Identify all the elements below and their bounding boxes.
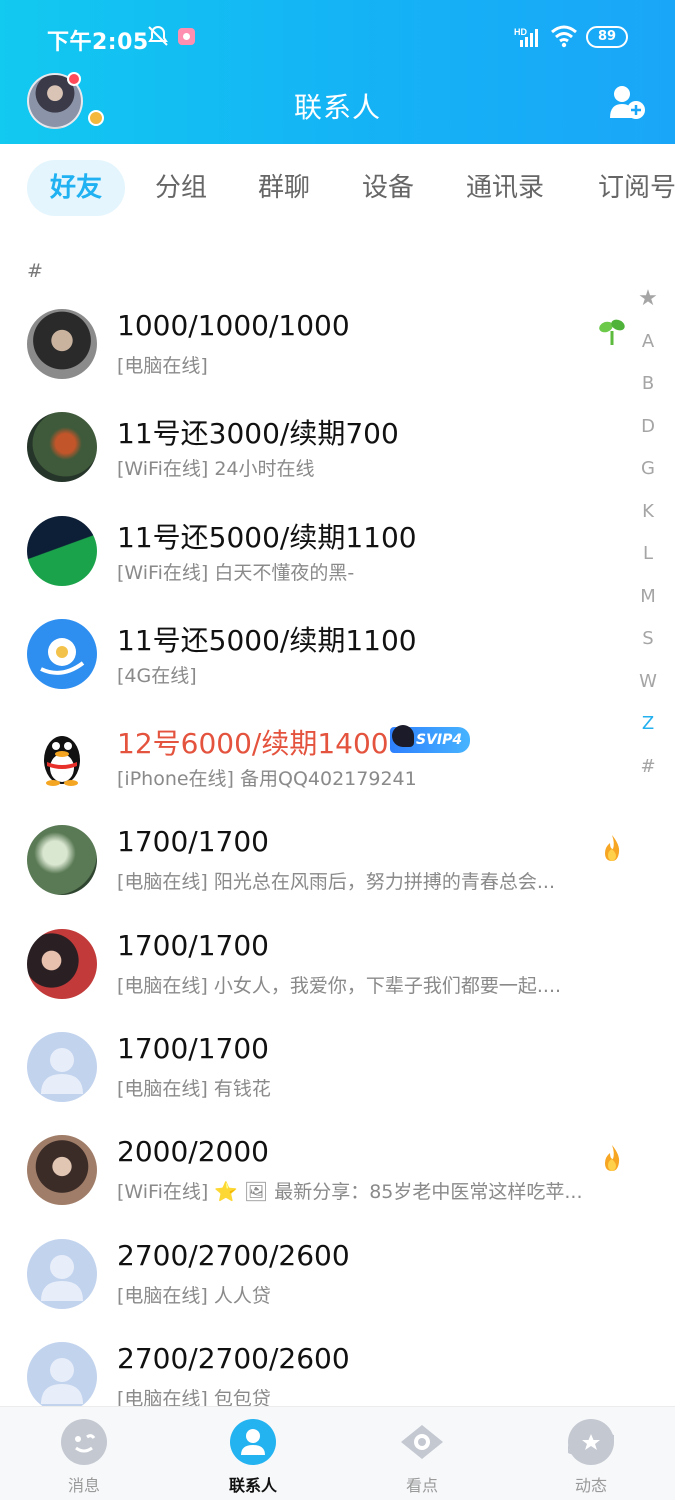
contact-name: 11号还5000/续期1100	[117, 623, 417, 657]
top-header: 下午2:05 HD 89 联系人	[0, 0, 675, 144]
nav-label: 消息	[67, 1476, 100, 1495]
contact-name: 1700/1700	[117, 928, 269, 962]
avatar	[27, 515, 97, 586]
status-time: 下午2:05	[47, 30, 149, 55]
svg-text:HD: HD	[514, 27, 527, 37]
list-item[interactable]: 11号还5000/续期1100 [WiFi在线] 白天不懂夜的黑-	[0, 500, 675, 603]
tab-devices[interactable]: 设备	[362, 160, 414, 216]
contact-name: 12号6000/续期1400	[117, 727, 389, 761]
page-title: 联系人	[293, 91, 381, 124]
avatar	[27, 618, 97, 689]
avatar	[27, 1238, 97, 1309]
section-header: #	[27, 260, 43, 282]
index-letter[interactable]: K	[630, 497, 666, 540]
list-item[interactable]: 1700/1700 [电脑在线] 小女人，我爱你，下辈子我们都要一起....	[0, 913, 675, 1016]
contact-status: [电脑在线] 阳光总在风雨后，努力拼搏的青春总会...	[117, 871, 555, 894]
default-avatar-icon	[41, 1048, 83, 1095]
unread-dot	[67, 72, 81, 86]
wifi-icon	[551, 25, 577, 48]
tab-friends[interactable]: 好友	[27, 160, 126, 216]
index-letter[interactable]: B	[630, 369, 666, 412]
list-item[interactable]: 11号还3000/续期700 [WiFi在线] 24小时在线	[0, 396, 675, 499]
nav-discover[interactable]: 看点	[362, 1419, 482, 1496]
contact-status: [电脑在线] 有钱花	[117, 1078, 271, 1101]
eye-icon	[399, 1419, 445, 1465]
index-letter[interactable]: M	[630, 582, 666, 625]
flame-icon	[605, 835, 620, 862]
avatar	[27, 722, 97, 793]
contact-status: [4G在线]	[117, 664, 197, 687]
contact-name: 1700/1700	[117, 825, 269, 859]
index-letter[interactable]: G	[630, 454, 666, 497]
tab-group-chats[interactable]: 群聊	[258, 160, 310, 216]
bottom-nav: 消息 联系人 看点 动态	[0, 1406, 675, 1500]
avatar	[27, 1135, 97, 1206]
index-letter-active[interactable]: Z	[630, 709, 666, 752]
contact-name: 1700/1700	[117, 1032, 269, 1066]
contacts-icon	[230, 1419, 276, 1465]
alphabet-index[interactable]: ★ A B D G K L M S W Z #	[630, 284, 666, 794]
nav-label: 联系人	[228, 1476, 277, 1495]
contact-name: 11号还5000/续期1100	[117, 520, 417, 554]
avatar	[27, 928, 97, 999]
contact-status: [WiFi在线] 24小时在线	[117, 458, 315, 481]
add-friend-icon[interactable]	[608, 84, 646, 120]
index-letter[interactable]: A	[630, 327, 666, 370]
sprout-icon	[599, 319, 625, 345]
contact-name: 11号还3000/续期700	[117, 417, 399, 451]
index-letter[interactable]: S	[630, 624, 666, 667]
nav-moments[interactable]: 动态	[531, 1419, 651, 1496]
contact-name: 2700/2700/2600	[117, 1238, 350, 1272]
contact-status: [WiFi在线] 白天不懂夜的黑-	[117, 561, 355, 584]
avatar	[27, 412, 97, 483]
notification-off-icon	[148, 25, 168, 46]
contact-name: 1000/1000/1000	[117, 309, 350, 342]
qq-penguin-icon	[44, 736, 80, 787]
index-star[interactable]: ★	[630, 284, 666, 327]
contact-name: 2700/2700/2600	[117, 1341, 350, 1375]
avatar	[27, 1341, 97, 1412]
app-notification-icon	[178, 28, 195, 45]
contact-status: [电脑在线] 小女人，我爱你，下辈子我们都要一起....	[117, 974, 562, 997]
index-letter[interactable]: W	[630, 667, 666, 710]
contact-status: [电脑在线]	[117, 355, 208, 377]
contact-status: [电脑在线] 人人贷	[117, 1284, 271, 1307]
battery-indicator: 89	[586, 26, 628, 48]
list-item[interactable]: 1000/1000/1000 [电脑在线]	[0, 293, 675, 396]
avatar	[27, 1032, 97, 1103]
list-item[interactable]: 2000/2000 [WiFi在线] ⭐ 🖼 最新分享：85岁老中医常这样吃苹.…	[0, 1119, 675, 1222]
contact-status: [WiFi在线] ⭐ 🖼 最新分享：85岁老中医常这样吃苹...	[117, 1181, 583, 1204]
index-hash[interactable]: #	[630, 752, 666, 795]
list-item[interactable]: 11号还5000/续期1100 [4G在线]	[0, 603, 675, 706]
tab-groups[interactable]: 分组	[155, 160, 207, 216]
list-item[interactable]: 1700/1700 [电脑在线] 阳光总在风雨后，努力拼搏的青春总会...	[0, 809, 675, 912]
list-item[interactable]: 2700/2700/2600 [电脑在线] 人人贷	[0, 1223, 675, 1326]
nav-label: 看点	[405, 1476, 438, 1495]
avatar	[27, 825, 97, 896]
contact-status: [iPhone在线] 备用QQ402179241	[117, 768, 417, 791]
money-bag-icon	[40, 637, 85, 675]
tab-subscriptions[interactable]: 订阅号	[598, 160, 675, 216]
message-icon	[61, 1419, 107, 1465]
flame-icon	[605, 1145, 620, 1172]
default-avatar-icon	[41, 1254, 83, 1301]
contact-list: 1000/1000/1000 [电脑在线] 11号还3000/续期700 [Wi…	[0, 293, 675, 1429]
contact-name: 2000/2000	[117, 1135, 269, 1169]
planet-icon	[566, 1419, 616, 1465]
nav-messages[interactable]: 消息	[24, 1419, 144, 1496]
index-letter[interactable]: D	[630, 412, 666, 455]
default-avatar-icon	[41, 1357, 83, 1404]
tab-address-book[interactable]: 通讯录	[466, 160, 544, 216]
nav-contacts[interactable]: 联系人	[193, 1419, 313, 1496]
list-item[interactable]: 12号6000/续期1400 SVIP4 [iPhone在线] 备用QQ4021…	[0, 706, 675, 809]
svip-badge: SVIP4	[390, 725, 471, 754]
avatar	[27, 309, 97, 379]
nav-label: 动态	[574, 1476, 607, 1495]
signal-icon: HD	[514, 27, 538, 47]
contact-tabs: 好友 分组 群聊 设备 通讯录 订阅号	[0, 160, 675, 224]
list-item[interactable]: 1700/1700 [电脑在线] 有钱花	[0, 1016, 675, 1119]
index-letter[interactable]: L	[630, 539, 666, 582]
